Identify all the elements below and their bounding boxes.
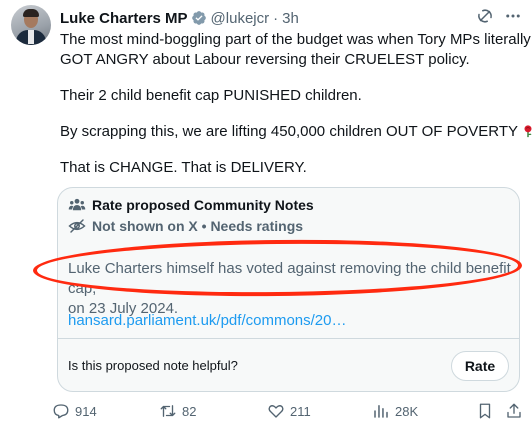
heart-icon xyxy=(268,405,284,418)
author-name[interactable]: Luke Charters MP xyxy=(60,10,188,27)
avatar[interactable] xyxy=(11,5,51,45)
note-title-row: Rate proposed Community Notes xyxy=(68,196,314,214)
reply-action[interactable]: 914 xyxy=(52,402,97,420)
repost-count: 82 xyxy=(182,403,197,419)
separator-dot: · xyxy=(273,9,279,27)
share-icon xyxy=(507,403,521,418)
share-action[interactable] xyxy=(505,402,523,420)
note-source-link[interactable]: hansard.parliament.uk/pdf/commons/20… xyxy=(68,312,346,329)
header-icons xyxy=(476,7,522,25)
tweet-line-4: By scrapping this, we are lifting 450,00… xyxy=(60,123,518,140)
like-count: 211 xyxy=(290,403,311,419)
note-divider xyxy=(58,338,519,339)
note-status: Not shown on X • Needs ratings xyxy=(92,218,304,234)
tweet-body: The most mind-boggling part of the budge… xyxy=(60,30,532,194)
note-text-line-1: Luke Charters himself has voted against … xyxy=(68,260,511,297)
note-text: Luke Charters himself has voted against … xyxy=(68,259,513,319)
reply-count: 914 xyxy=(75,403,97,419)
like-action[interactable]: 211 xyxy=(267,402,311,420)
reply-icon xyxy=(53,404,69,419)
verified-badge-icon xyxy=(191,11,206,25)
repost-icon xyxy=(160,405,176,417)
action-bar: 914 82 211 28K xyxy=(52,402,523,422)
more-options-icon[interactable] xyxy=(504,7,522,25)
tweet-line-3: Their 2 child benefit cap PUNISHED child… xyxy=(60,87,362,104)
tweet-header: Luke Charters MP @lukejcr · 3h xyxy=(60,7,522,29)
rose-emoji-icon xyxy=(524,125,532,138)
avatar-shirt xyxy=(28,30,34,44)
author-handle[interactable]: @lukejcr xyxy=(211,10,270,27)
views-chart-icon xyxy=(374,405,388,418)
people-icon xyxy=(68,198,86,211)
tweet-line-4-wrap: By scrapping this, we are lifting 450,00… xyxy=(60,122,532,142)
grok-icon[interactable] xyxy=(476,7,494,25)
note-status-row: Not shown on X • Needs ratings xyxy=(68,217,303,235)
community-note-card: Rate proposed Community Notes Not shown … xyxy=(57,187,520,392)
views-count: 28K xyxy=(395,403,419,419)
bookmark-action[interactable] xyxy=(476,402,494,420)
tweet-line-1: The most mind-boggling part of the budge… xyxy=(60,31,531,48)
note-title: Rate proposed Community Notes xyxy=(92,197,314,213)
eye-off-icon xyxy=(68,219,86,233)
tweet-line-2: GOT ANGRY about Labour reversing their C… xyxy=(60,51,470,68)
tweet-line-5: That is CHANGE. That is DELIVERY. xyxy=(60,159,307,176)
repost-action[interactable]: 82 xyxy=(159,402,196,420)
bookmark-icon xyxy=(479,403,491,419)
helpful-question: Is this proposed note helpful? xyxy=(68,358,238,373)
rate-button[interactable]: Rate xyxy=(451,351,509,381)
views-action[interactable]: 28K xyxy=(372,402,418,420)
avatar-hair xyxy=(23,9,39,17)
timestamp[interactable]: 3h xyxy=(282,10,299,27)
